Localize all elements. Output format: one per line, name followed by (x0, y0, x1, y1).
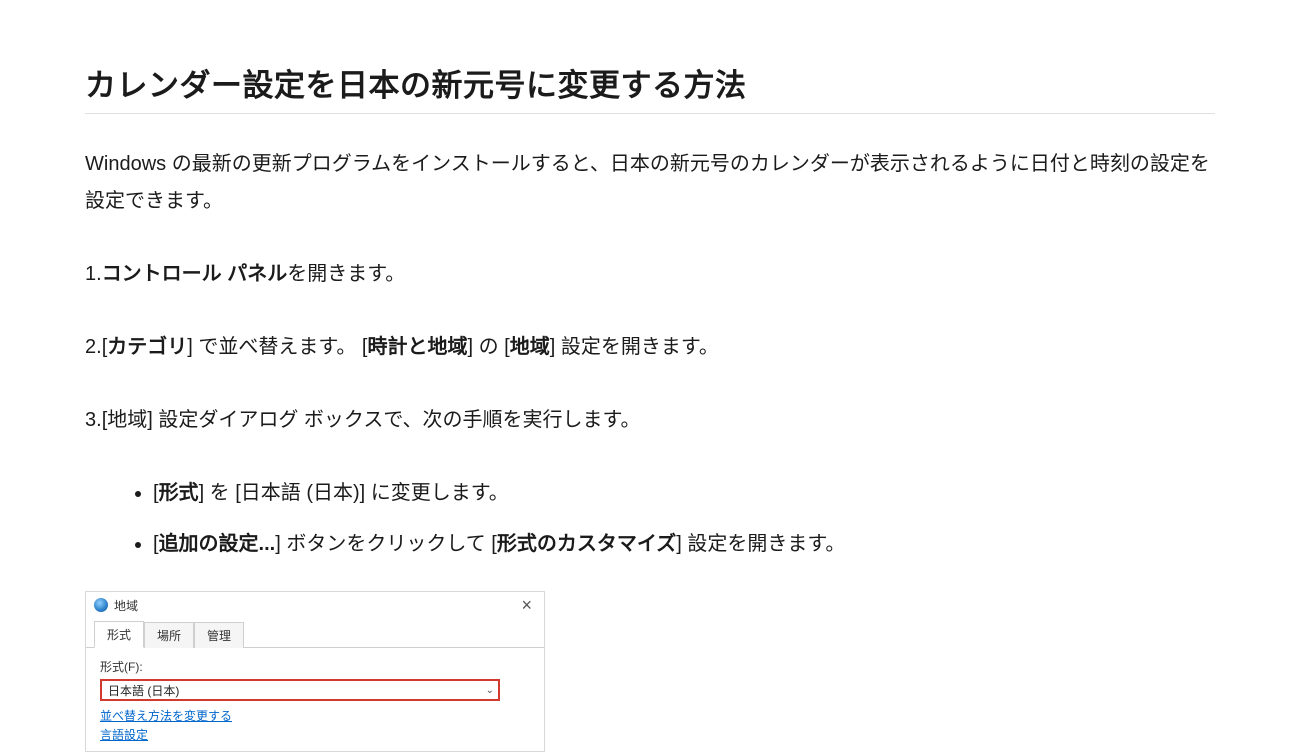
step-number: 1. (85, 263, 102, 285)
format-label: 形式(F): (100, 658, 530, 675)
bullet-text: ] を [日本語 (日本)] に変更します。 (199, 482, 509, 504)
step-2: 2.[カテゴリ] で並べ替えます。 [時計と地域] の [地域] 設定を開きます… (85, 329, 1215, 366)
globe-icon (94, 598, 108, 612)
chevron-down-icon: ⌄ (486, 685, 494, 696)
step-text: ] 設定を開きます。 (550, 336, 719, 358)
step-text: を開きます。 (287, 263, 405, 285)
step-bold: 地域 (510, 336, 550, 358)
sub-bullets: [形式] を [日本語 (日本)] に変更します。 [追加の設定...] ボタン… (85, 475, 1215, 563)
bullet-item: [追加の設定...] ボタンをクリックして [形式のカスタマイズ] 設定を開きま… (153, 526, 1215, 563)
bullet-text: ] 設定を開きます。 (676, 533, 845, 555)
tab-format[interactable]: 形式 (94, 621, 144, 648)
bullet-text: ] ボタンをクリックして [ (275, 533, 497, 555)
link-language-settings[interactable]: 言語設定 (100, 726, 148, 743)
step-text: ] の [ (467, 336, 509, 358)
step-bold: 時計と地域 (367, 336, 467, 358)
step-text: [地域] 設定ダイアログ ボックスで、次の手順を実行します。 (102, 409, 641, 431)
format-value: 日本語 (日本) (108, 682, 179, 699)
steps-list: 1.コントロール パネルを開きます。 2.[カテゴリ] で並べ替えます。 [時計… (85, 256, 1215, 752)
step-bold: コントロール パネル (102, 263, 288, 285)
intro-paragraph: Windows の最新の更新プログラムをインストールすると、日本の新元号のカレン… (85, 146, 1215, 220)
page-title: カレンダー設定を日本の新元号に変更する方法 (85, 60, 1215, 114)
bullet-bold: 形式 (159, 482, 199, 504)
bullet-bold: 形式のカスタマイズ (497, 533, 676, 555)
bullet-bold: 追加の設定... (159, 533, 276, 555)
article-page: カレンダー設定を日本の新元号に変更する方法 Windows の最新の更新プログラ… (0, 0, 1300, 752)
step-number: 2. (85, 336, 102, 358)
link-sort-method[interactable]: 並べ替え方法を変更する (100, 707, 232, 724)
dialog-links: 並べ替え方法を変更する 言語設定 (100, 707, 530, 743)
dialog-body: 形式(F): 日本語 (日本) ⌄ 並べ替え方法を変更する 言語設定 (86, 648, 544, 751)
step-3: 3.[地域] 設定ダイアログ ボックスで、次の手順を実行します。 (85, 402, 1215, 439)
dialog-title: 地域 (114, 597, 138, 614)
region-dialog: 地域 × 形式 場所 管理 形式(F): 日本語 (日本) ⌄ 並べ替え方法を変… (85, 591, 545, 752)
bullet-item: [形式] を [日本語 (日本)] に変更します。 (153, 475, 1215, 512)
tab-admin[interactable]: 管理 (194, 622, 244, 648)
tab-location[interactable]: 場所 (144, 622, 194, 648)
step-number: 3. (85, 409, 102, 431)
step-bold: カテゴリ (107, 336, 187, 358)
step-1: 1.コントロール パネルを開きます。 (85, 256, 1215, 293)
close-icon[interactable]: × (515, 596, 538, 614)
dialog-titlebar: 地域 × (86, 592, 544, 620)
dialog-tabs: 形式 場所 管理 (86, 620, 544, 648)
format-combobox[interactable]: 日本語 (日本) ⌄ (100, 679, 500, 701)
step-text: ] で並べ替えます。 [ (187, 336, 367, 358)
